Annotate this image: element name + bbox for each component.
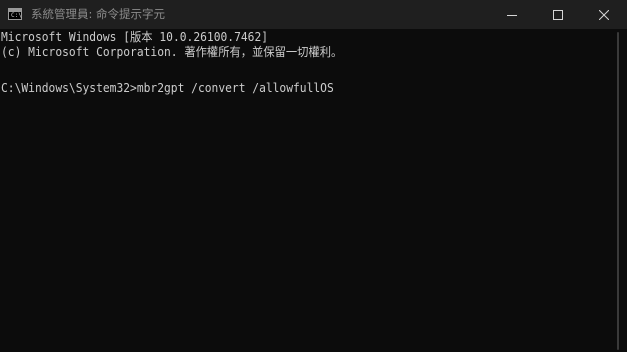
- vertical-scrollbar[interactable]: [610, 29, 627, 352]
- minimize-button[interactable]: [489, 0, 535, 29]
- console-line-copyright: (c) Microsoft Corporation. 著作權所有，並保留一切權利…: [1, 45, 343, 59]
- command-prompt-window: C:\ 系統管理員: 命令提示字元 Microsoft Windows [版本 …: [0, 0, 627, 352]
- close-icon: [599, 9, 609, 20]
- title-bar[interactable]: C:\ 系統管理員: 命令提示字元: [0, 0, 627, 29]
- console-line-command[interactable]: C:\Windows\System32>mbr2gpt /convert /al…: [1, 80, 334, 96]
- minimize-icon: [507, 14, 517, 16]
- console-line-version: Microsoft Windows [版本 10.0.26100.7462]: [1, 30, 269, 44]
- cmd-icon[interactable]: C:\: [8, 8, 22, 20]
- maximize-icon: [553, 9, 563, 20]
- console-output[interactable]: Microsoft Windows [版本 10.0.26100.7462] (…: [0, 29, 610, 352]
- close-button[interactable]: [581, 0, 627, 29]
- maximize-button[interactable]: [535, 0, 581, 29]
- scrollbar-thumb[interactable]: [617, 32, 619, 350]
- window-title: 系統管理員: 命令提示字元: [31, 7, 166, 21]
- cmd-icon-glyph: C:\: [11, 12, 22, 19]
